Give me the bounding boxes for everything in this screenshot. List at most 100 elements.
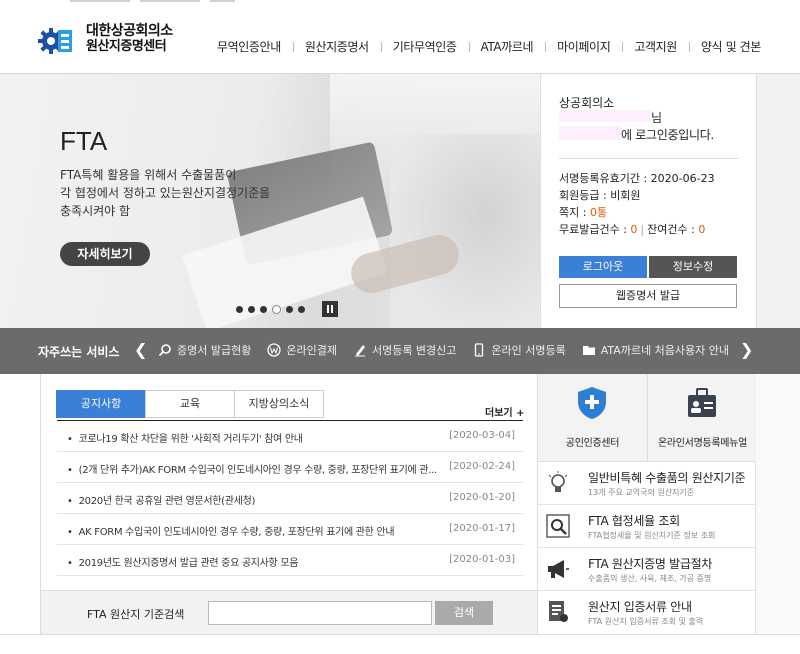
quick-online-signature[interactable]: 온라인 서명등록 (472, 342, 566, 358)
service-title: 일반비특혜 수출품의 원산지기준 (588, 471, 746, 485)
logout-button[interactable]: 로그아웃 (559, 256, 647, 278)
nav-origin-cert[interactable]: 원산지증명서 (292, 38, 381, 55)
list-item[interactable]: 2019년도 원산지증명서 발급 관련 중요 공지사항 모음[2020-01-0… (57, 545, 523, 576)
nav-trade-cert[interactable]: 무역인증안내 (205, 38, 293, 55)
notice-title[interactable]: 2020년 한국 공휴일 관련 영문서한(관세청) (67, 492, 447, 507)
login-org: 상공회의소 (559, 96, 615, 110)
signature-manual-link[interactable]: 온라인서명등록메뉴얼 (647, 374, 756, 462)
pen-icon (354, 345, 365, 357)
search-button[interactable]: 검색 (435, 601, 493, 625)
tab-education[interactable]: 교육 (145, 390, 235, 418)
signature-manual-label: 온라인서명등록메뉴얼 (657, 438, 747, 449)
quick-item-label: ATA까르네 처음사용자 안내 (600, 344, 730, 357)
footer-divider (0, 634, 800, 635)
megaphone-icon (548, 560, 569, 578)
login-panel: 상공회의소 님 에 로그인중입니다. 서명등록유효기간 : 2020-06-23… (540, 74, 756, 328)
magnifier-icon (546, 514, 570, 538)
hero-description: FTA특혜 활용을 위해서 수출물품이 각 협정에서 정하고 있는원산지결정기준… (60, 166, 270, 220)
pause-icon[interactable] (322, 301, 338, 317)
list-item[interactable]: 코로나19 확산 차단을 위한 '사회적 거리두기' 참여 안내[2020-03… (57, 421, 523, 452)
chevron-right-icon[interactable]: ❯ (740, 340, 753, 359)
service-panel: 공인인증센터 온라인서명등록메뉴얼 일반비특혜 수출품의 원산지기준 13개 주… (538, 374, 756, 634)
list-item[interactable]: AK FORM 수입국이 인도네시아인 경우 수량, 중량, 포장단위 표기에 … (57, 514, 523, 545)
list-item[interactable]: (2개 단위 추가)AK FORM 수입국이 인도네시아인 경우 수량, 중량,… (57, 452, 523, 483)
slide-dot[interactable] (236, 305, 243, 313)
notice-title[interactable]: 코로나19 확산 차단을 위한 '사회적 거리두기' 참여 안내 (67, 430, 447, 445)
nav-mypage[interactable]: 마이페이지 (545, 38, 622, 55)
nav-other-cert[interactable]: 기타무역인증 (380, 38, 469, 55)
nav-forms[interactable]: 양식 및 견본 (688, 38, 773, 55)
slide-dot[interactable] (248, 305, 255, 313)
notice-date: [2020-01-20] (449, 492, 515, 503)
remain-value: 0 (698, 223, 706, 236)
notice-date: [2020-01-03] (449, 554, 515, 565)
page-side-area (756, 74, 800, 328)
top-strip-seg (140, 0, 200, 2)
cert-center-label: 공인인증센터 (565, 438, 620, 449)
quick-item-label: 온라인결제 (286, 344, 337, 357)
slide-dot[interactable] (260, 305, 267, 313)
search-label: FTA 원산지 기준검색 (87, 608, 185, 621)
hero-desc-line: 충족시켜야 함 (60, 204, 131, 218)
folder-icon (582, 346, 595, 355)
nav-support[interactable]: 고객지원 (622, 38, 689, 55)
login-info: 서명등록유효기간 : 2020-06-23 회원등급 : 비회원 쪽지 : 0통… (559, 170, 715, 238)
won-coin-icon (267, 343, 281, 357)
web-cert-button[interactable]: 웹증명서 발급 (559, 284, 737, 308)
hero-title: FTA (60, 126, 108, 156)
service-origin-criteria[interactable]: 일반비특혜 수출품의 원산지기준 13개 주요 교역국의 원산지기준 (538, 462, 756, 505)
list-item[interactable]: 2020년 한국 공휴일 관련 영문서한(관세청)[2020-01-20] (57, 483, 523, 514)
service-fta-procedure[interactable]: FTA 원산지증명 발급절차 수출품의 생산, 사육, 제조, 가공 증명 (538, 548, 756, 591)
search-input[interactable] (208, 601, 432, 625)
logo-text: 대한상공회의소 원산지증명센터 (86, 24, 173, 55)
notice-title[interactable]: (2개 단위 추가)AK FORM 수입국이 인도네시아인 경우 수량, 중량,… (67, 461, 447, 476)
service-fta-tariff[interactable]: FTA 협정세율 조회 FTA협정세율 및 원산지기준 정보 조회 (538, 505, 756, 548)
edit-info-button[interactable]: 정보수정 (649, 256, 737, 278)
login-message: 에 로그인중입니다. (621, 128, 714, 142)
expire-label: 서명등록유효기간 : (559, 172, 651, 185)
quick-ata-guide[interactable]: ATA까르네 처음사용자 안내 (582, 342, 729, 358)
grade-label: 회원등급 : (559, 189, 611, 202)
chevron-left-icon[interactable]: ❮ (134, 340, 147, 359)
slide-dot[interactable] (272, 304, 281, 314)
logo-gear-icon (38, 28, 72, 54)
search-icon (158, 344, 171, 357)
expire-value: 2020-06-23 (650, 172, 715, 185)
quick-item-label: 증명서 발급현황 (177, 344, 252, 357)
board-tabs: 공지사항 교육 지방상의소식 (56, 390, 324, 418)
service-origin-documents[interactable]: 원산지 입증서류 안내 FTA 원산지 입증서류 조회 및 출력 (538, 591, 756, 634)
notice-date: [2020-02-24] (449, 461, 515, 472)
quick-online-payment[interactable]: 온라인결제 (267, 342, 337, 358)
nav-ata-carnet[interactable]: ATA까르네 (468, 38, 546, 55)
separator: | (640, 223, 645, 236)
tab-local-news[interactable]: 지방상의소식 (234, 390, 324, 418)
note-line: 쪽지 : 0통 (559, 204, 715, 221)
hero-bg-person (390, 134, 540, 328)
origin-search-bar: FTA 원산지 기준검색 검색 (41, 590, 537, 634)
page-side-area (756, 374, 800, 634)
note-value[interactable]: 0통 (590, 206, 607, 219)
service-subtitle: 수출품의 생산, 사육, 제조, 가공 증명 (588, 574, 712, 583)
service-subtitle: 13개 주요 교역국의 원산지기준 (588, 488, 695, 497)
quick-services-bar: 자주쓰는 서비스 ❮ 증명서 발급현황 온라인결제 서명등록 변경신고 온라인 … (0, 328, 800, 374)
more-link[interactable]: 더보기 + (485, 404, 524, 419)
site-header: 대한상공회의소 원산지증명센터 무역인증안내 원산지증명서 기타무역인증 ATA… (0, 4, 800, 74)
quick-cert-status[interactable]: 증명서 발급현황 (158, 342, 251, 358)
notice-date: [2020-01-17] (449, 523, 515, 534)
notice-title[interactable]: AK FORM 수입국이 인도네시아인 경우 수량, 중량, 포장단위 표기에 … (67, 523, 447, 538)
tab-notice[interactable]: 공지사항 (56, 390, 146, 418)
slide-dot[interactable] (286, 305, 293, 313)
notice-date: [2020-03-04] (449, 430, 515, 441)
slide-dot[interactable] (298, 305, 305, 313)
cert-center-link[interactable]: 공인인증센터 (538, 374, 647, 462)
logo[interactable]: 대한상공회의소 원산지증명센터 (38, 24, 188, 60)
quick-signature-change[interactable]: 서명등록 변경신고 (353, 342, 456, 358)
quick-item-label: 온라인 서명등록 (491, 344, 566, 357)
top-strip-seg (210, 0, 235, 2)
hero-detail-button[interactable]: 자세히보기 (60, 242, 150, 266)
service-top: 공인인증센터 온라인서명등록메뉴얼 (538, 374, 756, 462)
quick-services-list: 증명서 발급현황 온라인결제 서명등록 변경신고 온라인 서명등록 ATA까르네… (158, 342, 745, 358)
notice-title[interactable]: 2019년도 원산지증명서 발급 관련 중요 공지사항 모음 (67, 554, 447, 569)
redacted-name (559, 110, 651, 122)
lightbulb-icon (548, 471, 568, 492)
